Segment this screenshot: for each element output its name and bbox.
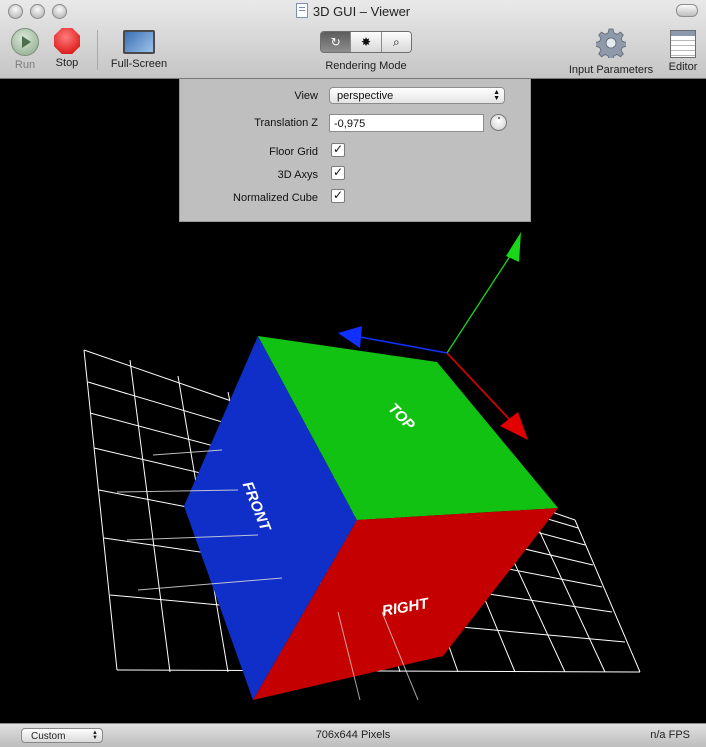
- view-row: View perspective ▲ ▼: [180, 86, 530, 108]
- fps-readout: n/a FPS: [650, 729, 690, 741]
- floor-grid-label: Floor Grid: [269, 146, 318, 158]
- rendering-mode-inspect[interactable]: ⌕: [381, 32, 411, 52]
- stop-icon: [54, 28, 80, 54]
- window-toolbar: 3D GUI – Viewer Run Stop Full-Screen ↻ ✸…: [0, 0, 706, 79]
- editor-icon: [670, 30, 696, 58]
- play-icon: [11, 28, 39, 56]
- rendering-mode-refresh[interactable]: ↻: [321, 32, 352, 52]
- translation-z-input[interactable]: -0,975: [329, 114, 484, 132]
- translation-label: Translation Z: [254, 117, 318, 129]
- monitor-icon: [123, 30, 155, 54]
- fullscreen-label: Full-Screen: [110, 58, 168, 70]
- rendering-mode-debug[interactable]: ✸: [351, 32, 382, 52]
- run-label: Run: [14, 59, 36, 71]
- view-label: View: [294, 90, 318, 102]
- status-bar: Custom ▲ ▼ 706x644 Pixels n/a FPS: [0, 723, 706, 747]
- floor-grid-checkbox[interactable]: ✓: [331, 143, 345, 157]
- pixel-dimensions: 706x644 Pixels: [315, 729, 391, 741]
- input-parameters-label: Input Parameters: [568, 64, 654, 76]
- floor-grid-row: Floor Grid ✓: [180, 142, 530, 164]
- rendering-mode-label: Rendering Mode: [325, 60, 407, 72]
- gear-icon: [595, 28, 627, 61]
- normalized-cube-label: Normalized Cube: [233, 192, 318, 204]
- normalized-cube-row: Normalized Cube ✓: [180, 188, 530, 210]
- toolbar-separator: [97, 30, 98, 70]
- window-title: 3D GUI – Viewer: [0, 3, 706, 19]
- normalized-cube-checkbox[interactable]: ✓: [331, 189, 345, 203]
- run-button[interactable]: Run: [11, 28, 39, 71]
- translation-knob[interactable]: [490, 114, 507, 131]
- viewer-window: 3D GUI – Viewer Run Stop Full-Screen ↻ ✸…: [0, 0, 706, 747]
- translation-row: Translation Z -0,975: [180, 113, 530, 135]
- axys-checkbox[interactable]: ✓: [331, 166, 345, 180]
- rendering-mode-segmented: ↻ ✸ ⌕: [320, 31, 412, 53]
- axys-row: 3D Axys ✓: [180, 165, 530, 187]
- stop-label: Stop: [55, 57, 79, 69]
- updown-arrows-icon: ▲ ▼: [493, 89, 500, 102]
- rendering-mode-control: ↻ ✸ ⌕ Rendering Mode: [315, 29, 417, 72]
- input-parameters-button[interactable]: Input Parameters: [565, 28, 657, 76]
- normalized-cube: [116, 336, 558, 701]
- document-icon: [295, 3, 308, 18]
- stop-button[interactable]: Stop: [53, 28, 81, 69]
- parameters-panel: View perspective ▲ ▼ Translation Z -0,975…: [179, 79, 531, 222]
- fullscreen-button[interactable]: Full-Screen: [108, 28, 170, 70]
- editor-label: Editor: [668, 61, 698, 73]
- editor-button[interactable]: Editor: [666, 28, 700, 73]
- view-select[interactable]: perspective ▲ ▼: [329, 87, 505, 104]
- axys-label: 3D Axys: [277, 169, 318, 181]
